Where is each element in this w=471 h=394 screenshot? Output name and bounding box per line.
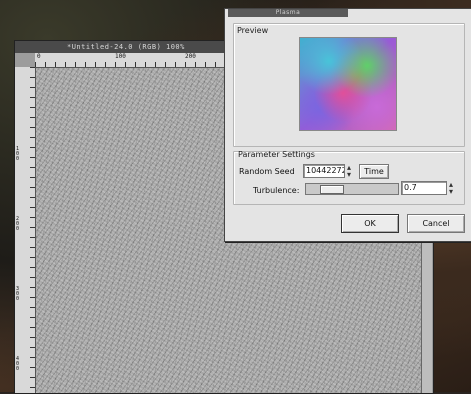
spin-down-icon[interactable]: ▾	[347, 170, 351, 179]
ok-button[interactable]: OK	[341, 214, 399, 233]
cancel-button[interactable]: Cancel	[407, 214, 465, 233]
turbulence-label: Turbulence:	[253, 186, 300, 195]
vertical-ruler-mark: 400	[16, 356, 20, 372]
turbulence-spinner[interactable]: ▴ ▾	[446, 181, 456, 196]
ruler-mark: 100	[115, 53, 126, 60]
vertical-ruler-mark: 100	[16, 146, 20, 162]
plasma-dialog: Plasma Preview Parameter Settings Random…	[224, 8, 471, 242]
spin-down-icon[interactable]: ▾	[449, 187, 453, 196]
time-button[interactable]: Time	[359, 164, 389, 179]
ruler-mark: 200	[185, 53, 196, 60]
preview-label: Preview	[237, 26, 269, 35]
parameter-settings-label: Parameter Settings	[238, 150, 315, 159]
turbulence-input[interactable]: 0.7	[401, 181, 447, 195]
vertical-ruler-mark: 300	[16, 286, 20, 302]
dialog-title[interactable]: Plasma	[228, 9, 348, 17]
random-seed-input[interactable]: 10442272	[303, 164, 345, 178]
random-seed-spinner[interactable]: ▴ ▾	[344, 164, 354, 179]
vertical-ruler[interactable]: 100 200 300 400	[15, 67, 36, 393]
slider-handle[interactable]	[320, 185, 344, 194]
ruler-mark: 0	[37, 53, 41, 60]
random-seed-label: Random Seed	[239, 167, 295, 176]
vertical-ruler-mark: 200	[16, 216, 20, 232]
turbulence-slider[interactable]	[305, 183, 399, 195]
preview-image	[299, 37, 397, 131]
